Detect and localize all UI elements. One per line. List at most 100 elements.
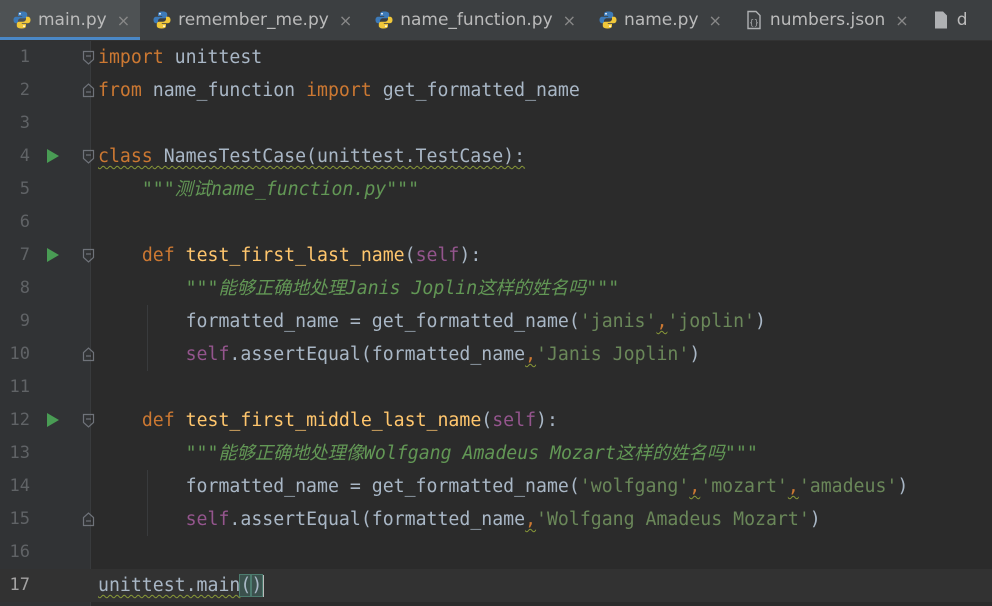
close-icon[interactable]: ×	[709, 11, 722, 30]
file-icon	[931, 10, 951, 30]
tab-remember-me-py[interactable]: remember_me.py ×	[140, 0, 362, 40]
run-test-icon[interactable]	[47, 413, 59, 427]
code-token: 'Janis Joplin'	[536, 344, 690, 365]
code-text: formatted_name = get_formatted_name('jan…	[98, 305, 766, 338]
tab-numbers-json[interactable]: {} numbers.json ×	[732, 0, 919, 40]
fold-collapse-icon[interactable]	[82, 413, 95, 428]
code-line[interactable]: 11	[0, 371, 992, 404]
line-number: 5	[19, 179, 30, 199]
code-token: import	[98, 47, 164, 68]
code-text: """测试name_function.py"""	[98, 173, 419, 206]
code-token: 'mozart'	[700, 476, 788, 497]
code-editor[interactable]: 1 import unittest 2 from name_function impo…	[0, 41, 992, 606]
code-token: ,	[656, 311, 668, 332]
json-file-icon: {}	[744, 10, 764, 30]
code-line[interactable]: 6	[0, 206, 992, 239]
close-icon[interactable]: ×	[117, 11, 130, 30]
line-number: 3	[19, 113, 30, 133]
python-file-icon	[152, 10, 172, 30]
code-line[interactable]: 3	[0, 107, 992, 140]
tab-main-py[interactable]: main.py ×	[0, 0, 141, 40]
tab-name-function-py[interactable]: name_function.py ×	[362, 0, 586, 40]
code-token: test_first_last_name	[185, 245, 405, 266]
fold-collapse-icon[interactable]	[82, 149, 95, 164]
code-token: 'joplin'	[667, 311, 756, 332]
code-token: (	[481, 410, 493, 431]
code-line[interactable]: 10 self.assertEqual(formatted_name,'Jani…	[0, 338, 992, 371]
tab-label: d	[956, 10, 968, 30]
code-token: )	[689, 344, 701, 365]
code-token: 'wolfgang'	[579, 476, 690, 497]
code-token: ,	[689, 476, 701, 497]
close-icon[interactable]: ×	[563, 11, 576, 30]
code-token: 'janis'	[579, 311, 657, 332]
code-token: .assertEqual(formatted_name	[229, 509, 526, 530]
code-line[interactable]: 7 def test_first_last_name(self):	[0, 239, 992, 272]
close-icon[interactable]: ×	[339, 11, 352, 30]
line-number: 1	[19, 47, 30, 67]
code-token: 'Wolfgang Amadeus Mozart'	[536, 509, 810, 530]
run-test-icon[interactable]	[47, 149, 59, 163]
code-token: self	[185, 344, 230, 365]
code-line[interactable]: 9 formatted_name = get_formatted_name('j…	[0, 305, 992, 338]
code-line[interactable]: 14 formatted_name = get_formatted_name('…	[0, 470, 992, 503]
tab-label: main.py	[38, 10, 107, 30]
code-text: unittest.main()	[98, 569, 265, 602]
python-file-icon	[12, 10, 32, 30]
line-number: 16	[9, 542, 30, 562]
fold-end-icon[interactable]	[82, 83, 95, 98]
run-test-icon[interactable]	[47, 248, 59, 262]
code-token: (	[404, 245, 416, 266]
code-line[interactable]: 15 self.assertEqual(formatted_name,'Wolf…	[0, 503, 992, 536]
text-cursor	[262, 575, 265, 597]
code-line[interactable]: 4 class NamesTestCase(unittest.TestCase):	[0, 140, 992, 173]
code-token: get_formatted_name	[371, 80, 580, 101]
code-token: ,	[787, 476, 799, 497]
python-file-icon	[598, 10, 618, 30]
fold-collapse-icon[interactable]	[82, 50, 95, 65]
editor-tab-bar: main.py × remember_me.py × name_function.py ×…	[0, 0, 992, 41]
code-line[interactable]: 12 def test_first_middle_last_name(self)…	[0, 404, 992, 437]
code-line[interactable]: 1 import unittest	[0, 41, 992, 74]
code-token: def	[141, 245, 186, 266]
code-token: )	[250, 574, 264, 597]
code-line[interactable]: 16	[0, 536, 992, 569]
line-number: 6	[19, 212, 30, 232]
line-number: 2	[19, 80, 30, 100]
line-number: 9	[19, 311, 30, 331]
code-token: name_function	[141, 80, 307, 101]
code-text: import unittest	[98, 41, 262, 74]
code-token: formatted_name = get_formatted_name(	[98, 311, 580, 332]
code-line[interactable]: 17 unittest.main()	[0, 569, 992, 602]
code-line[interactable]: 8 """能够正确地处理Janis Joplin这样的姓名吗"""	[0, 272, 992, 305]
code-token: ,	[525, 509, 537, 530]
tab-d[interactable]: d	[919, 0, 978, 40]
tab-label: remember_me.py	[178, 10, 329, 30]
code-token: from	[98, 80, 142, 101]
tab-name-py[interactable]: name.py ×	[586, 0, 732, 40]
code-token: class	[98, 146, 153, 167]
line-number: 12	[9, 410, 30, 430]
close-icon[interactable]: ×	[895, 11, 908, 30]
code-token: .assertEqual(formatted_name	[229, 344, 526, 365]
code-line[interactable]: 5 """测试name_function.py"""	[0, 173, 992, 206]
code-token: formatted_name = get_formatted_name(	[98, 476, 580, 497]
code-token: self	[492, 410, 537, 431]
code-line[interactable]: 13 """能够正确地处理像Wolfgang Amadeus Mozart这样的…	[0, 437, 992, 470]
code-token: ):	[459, 245, 482, 266]
code-text: self.assertEqual(formatted_name,'Janis J…	[98, 338, 701, 371]
code-token: 'amadeus'	[798, 476, 898, 497]
code-token: def	[141, 410, 186, 431]
fold-end-icon[interactable]	[82, 512, 95, 527]
fold-end-icon[interactable]	[82, 347, 95, 362]
fold-collapse-icon[interactable]	[82, 248, 95, 263]
code-text: formatted_name = get_formatted_name('wol…	[98, 470, 909, 503]
python-file-icon	[374, 10, 394, 30]
code-line[interactable]: 2 from name_function import get_formatted…	[0, 74, 992, 107]
code-token: )	[897, 476, 909, 497]
